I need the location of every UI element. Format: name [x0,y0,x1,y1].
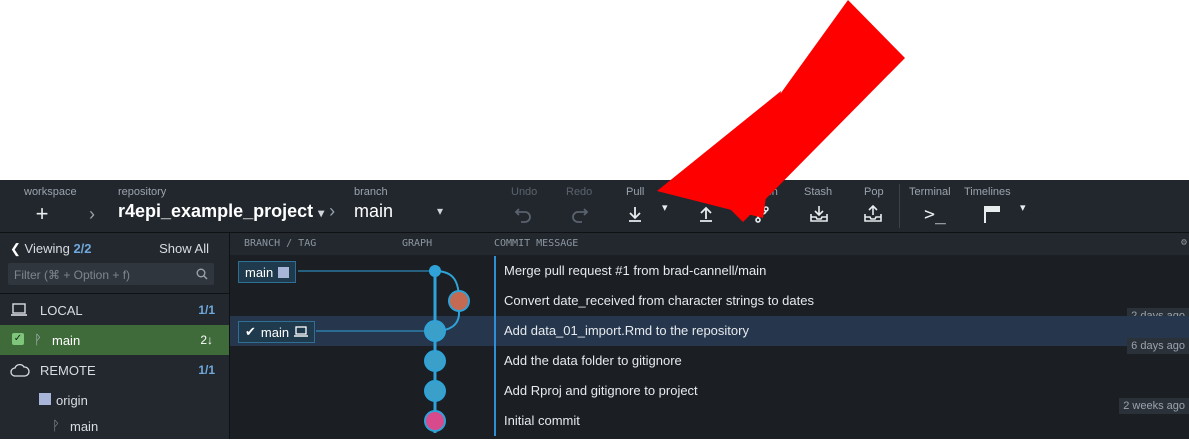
remote-count: 1/1 [198,363,215,377]
stash-icon [810,206,828,222]
commit-avatar-node[interactable] [424,410,446,432]
timelines-button[interactable] [972,202,1012,226]
commit-avatar-node[interactable] [424,350,446,372]
branch-label: branch [354,186,388,198]
commit-message: Add the data folder to gitignore [494,346,682,376]
local-label: LOCAL [40,303,83,318]
settings-gear-icon[interactable]: ⚙ [1181,237,1187,248]
laptop-icon [11,303,27,316]
terminal-label: Terminal [909,186,951,198]
undo-button[interactable] [503,202,543,226]
pop-button[interactable] [853,202,893,226]
commit-avatar-node[interactable] [448,290,470,312]
commit-avatar-node[interactable] [424,320,446,342]
remote-origin-name: origin [56,393,88,408]
redo-icon [572,208,589,223]
remote-section[interactable]: REMOTE 1/1 [0,355,229,385]
branch-button[interactable] [742,202,782,226]
branch-icon: ᚹ [52,418,60,433]
add-workspace-button[interactable]: + [22,201,62,226]
branch-button-label: Branch [743,186,778,198]
undo-label: Undo [511,186,538,198]
timelines-options-chevron-icon[interactable]: ▾ [1020,201,1026,214]
remote-branch-main[interactable]: ᚹ main [0,411,229,441]
filter-input[interactable] [12,265,186,285]
chevron-right-icon: › [329,201,336,221]
plus-icon: + [35,201,49,226]
search-icon [196,268,208,280]
show-all-button[interactable]: Show All [159,241,209,256]
toolbar-divider [899,184,900,228]
repository-name: r4epi_example_project [118,201,314,221]
toolbar: workspace + › repository r4epi_example_p… [0,180,1189,233]
local-branch-status: 2↓ [200,333,213,347]
branch-selector[interactable]: main [354,201,393,222]
commit-message: Add Rproj and gitignore to project [494,376,698,406]
repository-selector[interactable]: r4epi_example_project ▾ › [118,201,335,222]
back-arrow-icon[interactable]: ❮ [10,241,21,256]
commit-message: Add data_01_import.Rmd to the repository [494,316,749,346]
pull-options-chevron-icon[interactable]: ▾ [662,201,668,214]
chevron-right-icon: › [89,203,95,224]
merge-node[interactable] [429,265,441,277]
remote-branch-name: main [70,419,99,434]
commit-graph [298,265,470,433]
local-section[interactable]: LOCAL 1/1 [0,295,229,325]
stash-label: Stash [804,186,833,198]
pull-icon [629,207,641,222]
viewing-count: 2/2 [73,241,92,256]
push-icon [700,206,712,222]
timelines-icon [984,206,1000,223]
sidebar-divider [0,293,229,294]
cloud-icon [10,363,30,377]
commit-graph-panel: BRANCH / TAG GRAPH COMMIT MESSAGE ⚙ main… [230,233,1189,439]
pop-label: Pop [864,186,884,198]
stash-button[interactable] [799,202,839,226]
undo-icon [514,208,531,223]
chevron-down-icon: ▾ [318,206,325,220]
push-button[interactable] [686,202,726,226]
remote-label: REMOTE [40,363,96,378]
avatar-icon [39,393,51,405]
commit-message: Convert date_received from character str… [494,286,814,316]
checkbox-checked-icon[interactable]: ✓ [12,333,24,345]
local-count: 1/1 [198,303,215,317]
viewing-label: Viewing [24,241,70,256]
viewing-header: ❮ Viewing 2/2 Show All [0,233,229,261]
timelines-label: Timelines [964,186,1011,198]
left-sidebar: ❮ Viewing 2/2 Show All LOCAL 1/1 ✓ ᚹ mai… [0,233,230,439]
terminal-icon: >_ [924,203,946,225]
commit-message: Initial commit [494,406,580,436]
pop-icon [864,205,882,222]
branch-icon: ᚹ [34,332,42,347]
commit-message-column-header[interactable]: COMMIT MESSAGE [494,238,578,249]
branch-name: main [354,201,394,221]
terminal-button[interactable]: >_ [915,202,955,226]
workspace-label: workspace [24,186,77,198]
gitkraken-window: workspace + › repository r4epi_example_p… [0,180,1189,439]
pull-button[interactable] [615,202,655,226]
filter-box [8,263,214,285]
repository-label: repository [118,186,167,198]
pull-label: Pull [626,186,645,198]
local-branch-main[interactable]: ✓ ᚹ main 2↓ [0,325,229,355]
commit-message: Merge pull request #1 from brad-cannell/… [494,256,766,286]
local-branch-name: main [52,333,81,348]
branch-icon [755,206,769,223]
push-label: Push [694,186,720,198]
chevron-down-icon: ▾ [437,204,444,218]
redo-button[interactable] [560,202,600,226]
commit-avatar-node[interactable] [424,380,446,402]
redo-label: Redo [566,186,593,198]
